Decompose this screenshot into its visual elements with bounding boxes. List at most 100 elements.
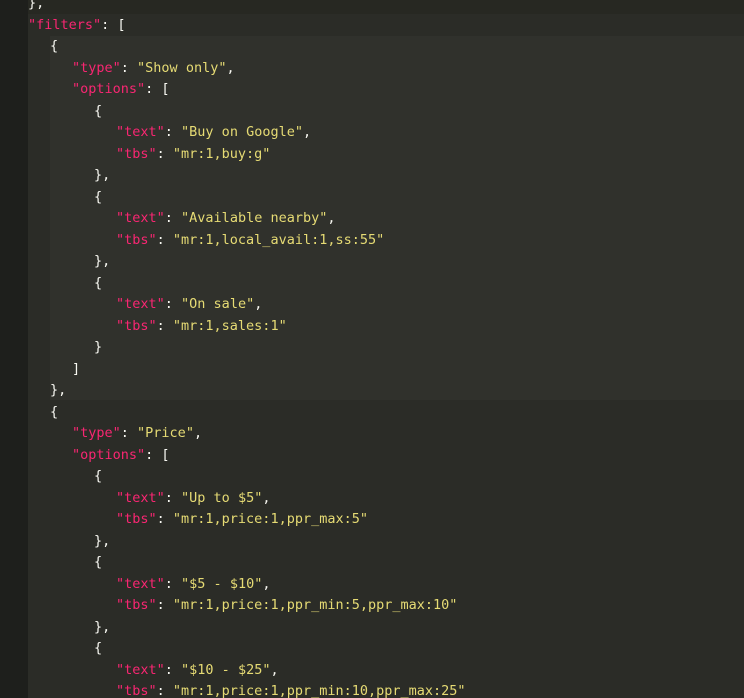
code-line: "filters": [ — [28, 15, 126, 37]
code-line: "text": "On sale", — [116, 294, 262, 316]
code-line: "tbs": "mr:1,price:1,ppr_min:5,ppr_max:1… — [116, 595, 457, 617]
json-string: "$5 - $10" — [181, 575, 263, 592]
json-punctuation: : — [164, 124, 182, 140]
json-key: "tbs" — [116, 511, 157, 527]
json-punctuation: , — [226, 59, 235, 76]
json-punctuation: { — [94, 468, 103, 484]
code-line: "text": "$5 - $10", — [116, 574, 270, 596]
json-punctuation: : — [164, 575, 182, 592]
json-key: "type" — [72, 59, 121, 76]
json-key: "text" — [116, 210, 165, 226]
json-punctuation: , — [262, 489, 271, 506]
json-punctuation: , — [270, 661, 279, 678]
code-line: } — [94, 337, 102, 359]
json-punctuation: { — [94, 554, 103, 570]
json-punctuation: : — [156, 511, 173, 527]
json-punctuation: { — [94, 102, 103, 119]
json-key: "text" — [116, 489, 165, 506]
code-line: "options": [ — [72, 79, 170, 101]
code-line: { — [94, 273, 102, 295]
json-punctuation: { — [50, 38, 59, 54]
json-string: "Price" — [137, 425, 194, 441]
json-punctuation: { — [94, 640, 103, 656]
json-string: "Buy on Google" — [181, 124, 303, 140]
json-string: "mr:1,price:1,ppr_min:10,ppr_max:25" — [172, 683, 466, 698]
json-punctuation: }, — [94, 253, 111, 269]
code-line: "text": "$10 - $25", — [116, 660, 279, 682]
json-punctuation: : — [156, 597, 173, 613]
json-key: "text" — [116, 296, 165, 312]
json-punctuation: { — [94, 188, 103, 205]
json-punctuation: , — [262, 575, 271, 592]
json-string: "mr:1,price:1,ppr_max:5" — [172, 511, 368, 527]
code-line: "text": "Up to $5", — [116, 488, 270, 510]
code-line: "tbs": "mr:1,sales:1" — [116, 316, 287, 338]
code-line: { — [94, 552, 102, 574]
code-line: "tbs": "mr:1,price:1,ppr_min:10,ppr_max:… — [116, 681, 466, 698]
code-line: "tbs": "mr:1,price:1,ppr_max:5" — [116, 509, 368, 531]
json-punctuation: }, — [94, 618, 111, 635]
json-punctuation: : — [156, 317, 173, 334]
json-key: "tbs" — [116, 683, 157, 698]
json-punctuation: : — [120, 59, 138, 76]
json-punctuation: : — [156, 145, 173, 162]
json-punctuation: , — [302, 124, 312, 140]
json-punctuation: , — [327, 210, 336, 226]
json-punctuation: : [ — [101, 16, 126, 33]
json-string: "Up to $5" — [181, 489, 263, 506]
json-punctuation: : — [164, 210, 182, 226]
json-punctuation: }, — [50, 382, 67, 398]
code-line: "type": "Price", — [72, 423, 202, 445]
json-key: "options" — [72, 446, 146, 463]
json-key: "tbs" — [116, 317, 157, 334]
code-line: }, — [28, 0, 44, 15]
json-punctuation: , — [254, 296, 263, 312]
json-string: "mr:1,buy:g" — [172, 145, 271, 162]
json-key: "tbs" — [116, 145, 157, 162]
json-punctuation: }, — [94, 532, 111, 549]
code-area[interactable]: }, "filters": [{"type": "Show only", "opti… — [0, 0, 744, 698]
json-string: "mr:1,local_avail:1,ss:55" — [172, 231, 385, 248]
code-line: "text": "Buy on Google", — [116, 122, 311, 144]
code-line: "tbs": "mr:1,buy:g" — [116, 144, 270, 166]
json-punctuation: : — [156, 683, 173, 698]
json-key: "options" — [72, 81, 146, 97]
json-punctuation: { — [50, 403, 59, 420]
code-line: "options": [ — [72, 445, 170, 467]
json-punctuation: : — [164, 489, 182, 506]
json-punctuation: : — [156, 231, 173, 248]
json-key: "tbs" — [116, 231, 157, 248]
json-punctuation: }, — [94, 167, 111, 183]
json-string: "Available nearby" — [181, 210, 328, 226]
code-line: }, — [94, 251, 110, 273]
code-line: { — [94, 638, 102, 660]
json-key: "text" — [116, 124, 165, 140]
code-line: }, — [50, 380, 66, 402]
code-line: }, — [94, 617, 110, 639]
json-key: "type" — [72, 425, 121, 441]
json-string: "$10 - $25" — [181, 661, 271, 678]
code-line: "type": "Show only", — [72, 58, 235, 80]
code-line: { — [94, 187, 102, 209]
code-line: { — [50, 36, 58, 58]
json-punctuation: { — [94, 274, 103, 291]
json-code-viewer: }, "filters": [{"type": "Show only", "opti… — [0, 0, 744, 698]
json-punctuation: }, — [28, 0, 45, 11]
json-key: "tbs" — [116, 597, 157, 613]
json-punctuation: : — [164, 296, 182, 312]
json-string: "On sale" — [181, 296, 255, 312]
json-punctuation: : [ — [145, 446, 170, 463]
code-line: "tbs": "mr:1,local_avail:1,ss:55" — [116, 230, 384, 252]
json-punctuation: : [ — [145, 81, 170, 97]
json-string: "mr:1,price:1,ppr_min:5,ppr_max:10" — [172, 597, 458, 613]
json-key: "filters" — [28, 16, 102, 33]
json-punctuation: : — [164, 661, 182, 678]
code-line: }, — [94, 165, 110, 187]
json-string: "Show only" — [137, 59, 227, 76]
code-line: { — [50, 402, 58, 424]
code-line: { — [94, 466, 102, 488]
code-line: { — [94, 101, 102, 123]
json-punctuation: } — [94, 339, 103, 355]
code-line: ] — [72, 359, 80, 381]
code-line: "text": "Available nearby", — [116, 208, 336, 230]
